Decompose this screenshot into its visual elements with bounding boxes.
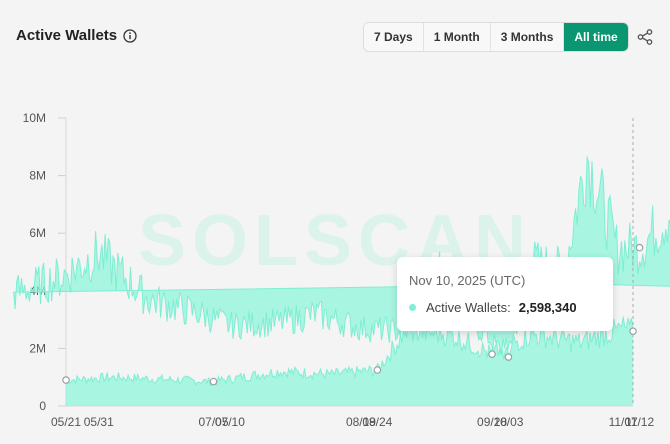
- y-tick-label: 0: [39, 399, 46, 413]
- data-point-marker: [209, 377, 218, 386]
- y-tick-label: 8M: [29, 169, 46, 183]
- chart-title: Active Wallets: [16, 27, 118, 44]
- tooltip-series-label: Active Wallets:: [426, 300, 511, 315]
- range-1-month-button[interactable]: 1 Month: [423, 23, 491, 51]
- range-3-months-button[interactable]: 3 Months: [490, 23, 565, 51]
- y-tick-label: 2M: [29, 341, 46, 355]
- title-wrap: Active Wallets: [16, 27, 137, 44]
- share-icon[interactable]: [636, 28, 654, 46]
- x-tick-label: 09/28: [477, 415, 507, 429]
- tooltip-date: Nov 10, 2025 (UTC): [409, 273, 526, 288]
- x-tick-label: 11/07: [609, 415, 638, 429]
- range-7-days-button[interactable]: 7 Days: [364, 23, 424, 51]
- x-tick-label: 07/10: [215, 415, 245, 429]
- data-point-marker: [629, 327, 637, 335]
- range-all-time-button[interactable]: All time: [564, 23, 628, 51]
- data-point-marker: [504, 353, 513, 361]
- time-range-selector: 7 Days 1 Month 3 Months All time: [363, 22, 629, 52]
- data-point-marker: [373, 366, 382, 374]
- x-tick-label: 05/31: [84, 415, 114, 429]
- x-tick-label: 05/21: [51, 415, 81, 429]
- info-icon[interactable]: [123, 28, 137, 43]
- card-header: Active Wallets 7 Days 1 Month 3 Months A…: [16, 22, 656, 54]
- x-axis: 05/2107/0508/2410/0311/1212/2201/3103/12…: [51, 405, 654, 429]
- tooltip-row: Active Wallets: 2,598,340: [409, 300, 577, 315]
- active-wallets-card: SOLSCAN 02M4M6M8M10M 05/2107/0508/2410/0…: [0, 0, 670, 444]
- data-point-marker: [488, 350, 496, 358]
- y-axis: 02M4M6M8M10M: [23, 111, 67, 413]
- x-tick-label: 08/19: [346, 415, 376, 429]
- series-dot-icon: [409, 304, 416, 311]
- y-tick-label: 6M: [29, 226, 46, 240]
- y-tick-label: 10M: [23, 111, 46, 125]
- chart-tooltip: Nov 10, 2025 (UTC) Active Wallets: 2,598…: [397, 257, 613, 331]
- active-wallets-chart: SOLSCAN 02M4M6M8M10M 05/2107/0508/2410/0…: [13, 111, 670, 429]
- data-point-marker: [62, 376, 70, 384]
- data-point-marker: [635, 243, 644, 252]
- tooltip-value: 2,598,340: [518, 300, 577, 315]
